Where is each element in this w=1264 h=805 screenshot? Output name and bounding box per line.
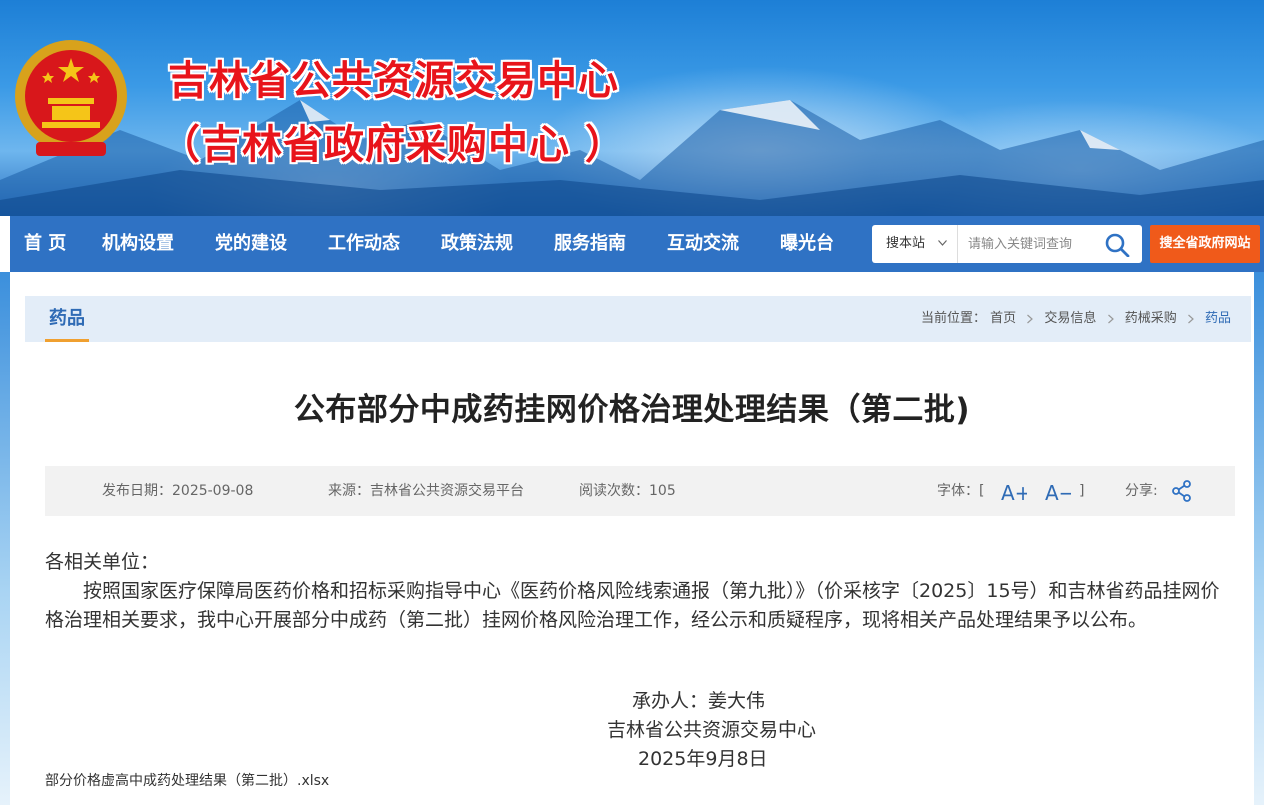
left-decor-band	[0, 272, 10, 805]
search-scope-select[interactable]: 搜本站	[872, 225, 958, 263]
font-increase-button[interactable]: A+	[999, 478, 1027, 504]
search-box: 搜本站	[872, 225, 1142, 263]
breadcrumb-item-current[interactable]: 药品	[1205, 311, 1231, 326]
breadcrumb-item-trade-info[interactable]: 交易信息	[1044, 311, 1096, 326]
nav-item-home[interactable]: 首 页	[24, 216, 66, 272]
right-decor-band	[1254, 272, 1264, 805]
site-subtitle: （吉林省政府采购中心 ）	[160, 122, 626, 168]
column-title: 药品	[45, 296, 89, 342]
font-size-bracket-close: ]	[1079, 483, 1085, 499]
chevron-right-icon	[1107, 314, 1114, 324]
site-title: 吉林省公共资源交易中心	[168, 58, 619, 104]
nav-item-policy[interactable]: 政策法规	[441, 216, 513, 272]
body-paragraph: 按照国家医疗保障局医药价格和招标采购指导中心《医药价格风险线索通报（第九批）》（…	[45, 580, 1220, 631]
issue-date: 2025年9月8日	[638, 748, 768, 770]
salutation: 各相关单位：	[45, 551, 160, 573]
attachment-link[interactable]: 部分价格虚高中成药处理结果（第二批）.xlsx	[45, 770, 329, 790]
chevron-right-icon	[1027, 314, 1034, 324]
share-label: 分享:	[1125, 483, 1158, 499]
share-icon[interactable]	[1171, 480, 1193, 502]
article-title: 公布部分中成药挂网价格治理处理结果（第二批)	[293, 392, 971, 428]
search-all-sites-button[interactable]: 搜全省政府网站	[1150, 225, 1260, 263]
font-decrease-glyph: A−	[1045, 481, 1071, 504]
nav-item-exposure[interactable]: 曝光台	[780, 216, 834, 272]
font-decrease-button[interactable]: A−	[1043, 478, 1071, 504]
nav-item-guide[interactable]: 服务指南	[554, 216, 626, 272]
nav-item-party[interactable]: 党的建设	[215, 216, 287, 272]
breadcrumb-item-home[interactable]: 首页	[990, 311, 1016, 326]
breadcrumb-item-procurement[interactable]: 药械采购	[1125, 311, 1177, 326]
article-meta-bar: 发布日期：2025-09-08 来源：吉林省公共资源交易平台 阅读次数：105 …	[45, 466, 1235, 516]
nav-item-news[interactable]: 工作动态	[328, 216, 400, 272]
publish-date: 发布日期：2025-09-08	[102, 483, 254, 499]
nav-item-interaction[interactable]: 互动交流	[667, 216, 739, 272]
nav-item-organization[interactable]: 机构设置	[102, 216, 174, 272]
search-icon[interactable]	[1104, 233, 1130, 257]
article-body: 各相关单位： 按照国家医疗保障局医药价格和招标采购指导中心《医药价格风险线索通报…	[45, 548, 1220, 635]
search-input[interactable]	[968, 225, 1098, 263]
chevron-down-icon	[938, 240, 947, 246]
search-scope-label: 搜本站	[886, 236, 926, 251]
read-count: 阅读次数：105	[579, 483, 676, 499]
contact-person: 承办人：姜大伟	[632, 690, 766, 712]
issuer: 吉林省公共资源交易中心	[607, 719, 817, 741]
header-banner: 吉林省公共资源交易中心 （吉林省政府采购中心 ）	[0, 0, 1264, 216]
national-emblem-icon	[15, 40, 127, 156]
main-nav: 首 页 机构设置 党的建设 工作动态 政策法规 服务指南 互动交流 曝光台 搜本…	[10, 216, 1264, 272]
breadcrumb: 当前位置： 首页 交易信息 药械采购 药品	[921, 296, 1231, 342]
article-source: 来源：吉林省公共资源交易平台	[328, 483, 524, 499]
column-header: 药品 当前位置： 首页 交易信息 药械采购 药品	[25, 296, 1251, 342]
breadcrumb-prefix: 当前位置：	[920, 311, 986, 326]
font-size-label: 字体：[	[937, 483, 985, 499]
chevron-right-icon	[1187, 314, 1194, 324]
font-increase-glyph: A+	[1001, 481, 1027, 504]
